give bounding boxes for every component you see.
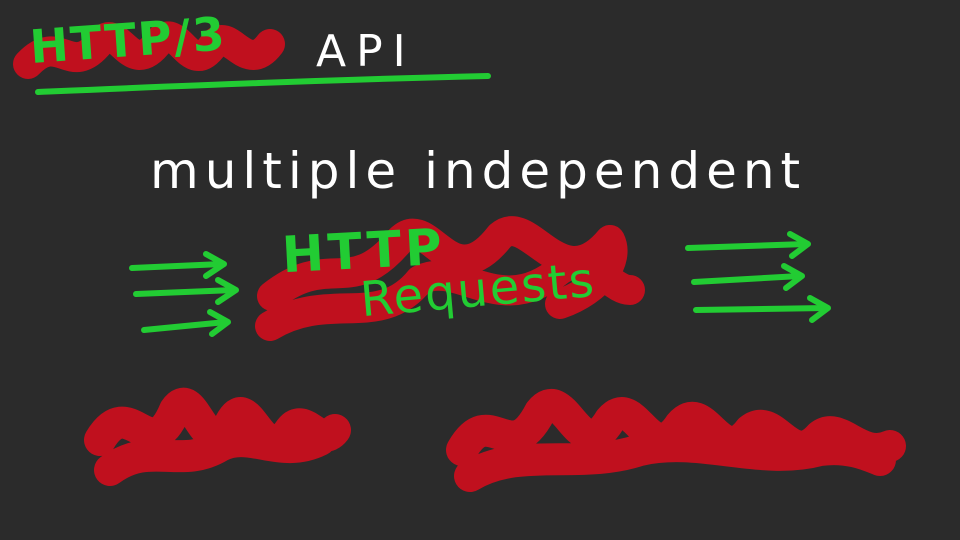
bottom-right-red-scribble bbox=[446, 389, 906, 492]
body-line1: multiple independent bbox=[150, 142, 807, 200]
right-arrows bbox=[685, 231, 831, 323]
left-arrows bbox=[129, 251, 239, 337]
title-main: HTTP/3 bbox=[28, 6, 229, 74]
arrow-right-3 bbox=[693, 295, 831, 323]
arrow-right-1 bbox=[685, 231, 811, 259]
arrow-left-2 bbox=[133, 277, 239, 305]
whiteboard-canvas: HTTP/3 API multiple independent HTTP Req… bbox=[0, 0, 960, 540]
arrow-left-1 bbox=[129, 251, 227, 279]
arrow-left-3 bbox=[141, 309, 231, 337]
arrow-right-2 bbox=[691, 263, 805, 291]
bottom-left-red-scribble bbox=[84, 388, 351, 486]
title-underline bbox=[35, 73, 491, 95]
title-suffix: API bbox=[316, 26, 416, 77]
